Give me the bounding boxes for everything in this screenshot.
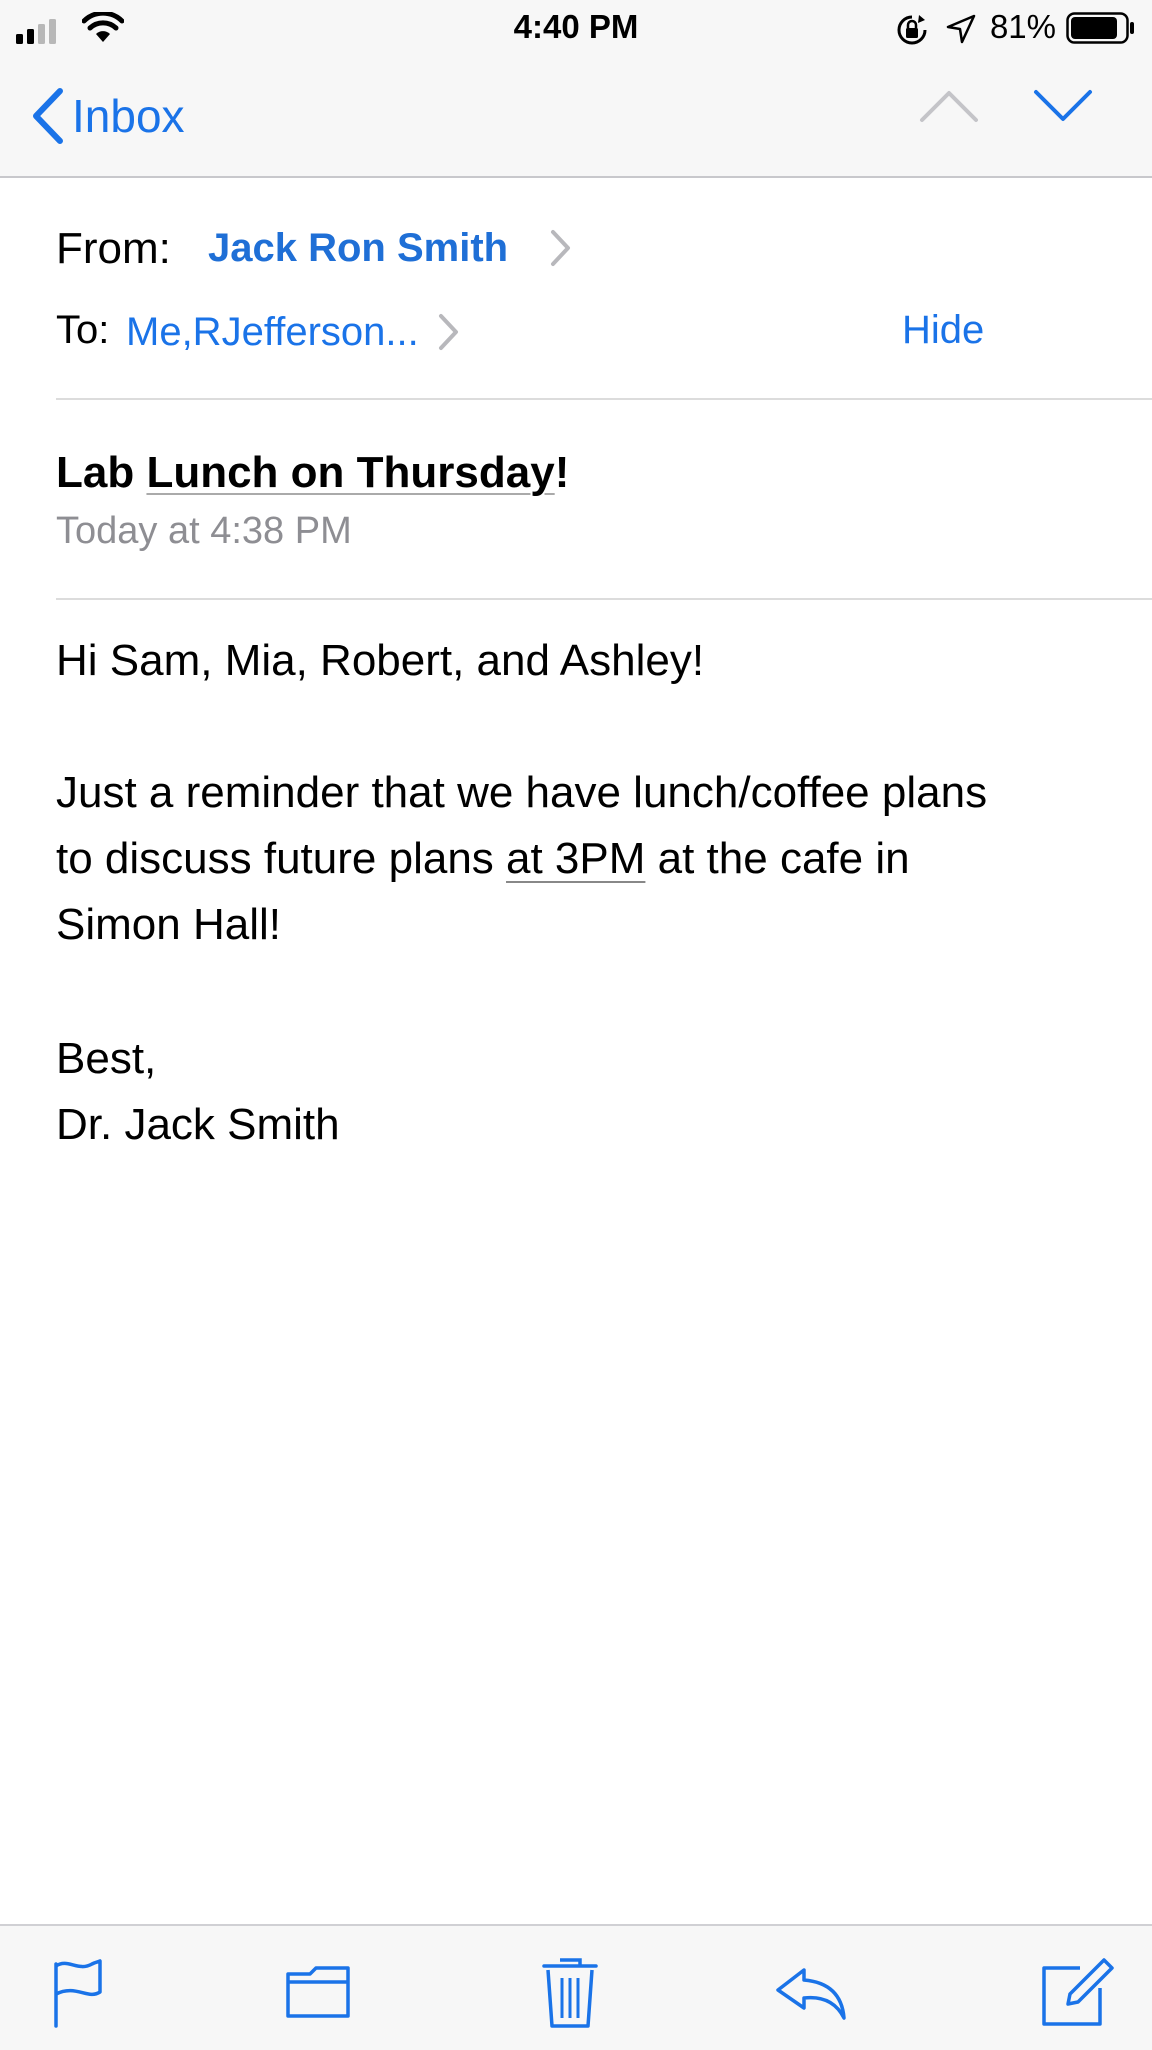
- compose-icon: [1034, 1948, 1118, 2032]
- chevron-down-icon: [1032, 86, 1132, 126]
- to-label: To:: [56, 308, 110, 352]
- previous-message-button[interactable]: [918, 86, 1018, 146]
- move-to-folder-button[interactable]: [276, 1948, 360, 2032]
- sign-off: Best,: [56, 1034, 157, 1083]
- message-date: Today at 4:38 PM: [56, 510, 352, 552]
- subject-prefix: Lab: [56, 448, 147, 497]
- flag-button[interactable]: [36, 1948, 120, 2032]
- subject-suffix: !: [554, 448, 570, 497]
- navigation-bar: Inbox: [0, 56, 1152, 178]
- chevron-right-icon[interactable]: [548, 226, 574, 270]
- chevron-up-icon: [918, 86, 1018, 126]
- battery-percentage: 81%: [989, 8, 1056, 45]
- sender-name[interactable]: Jack Ron Smith: [208, 226, 508, 271]
- greeting: Hi Sam, Mia, Robert, and Ashley!: [56, 636, 705, 685]
- recipients-list[interactable]: Me,RJefferson...: [126, 310, 419, 355]
- body-text: to discuss future plans: [56, 834, 507, 883]
- trash-icon: [528, 1948, 612, 2032]
- battery-icon: [1066, 12, 1136, 44]
- body-line: Simon Hall!: [56, 900, 281, 949]
- body-line: Just a reminder that we have lunch/coffe…: [56, 768, 988, 817]
- subject-date-link[interactable]: Lunch on Thursday: [146, 448, 554, 497]
- delete-button[interactable]: [528, 1948, 612, 2032]
- signature: Dr. Jack Smith: [56, 1100, 340, 1149]
- chevron-left-icon: [30, 87, 64, 145]
- status-time: 4:40 PM: [513, 8, 639, 45]
- message-subject: Lab Lunch on Thursday!: [56, 448, 569, 498]
- divider: [56, 598, 1152, 600]
- divider: [56, 398, 1152, 400]
- compose-button[interactable]: [1034, 1948, 1118, 2032]
- chevron-right-icon[interactable]: [436, 310, 462, 354]
- back-label: Inbox: [72, 90, 185, 142]
- from-label: From:: [56, 224, 171, 273]
- back-to-inbox-button[interactable]: Inbox: [30, 86, 185, 146]
- status-bar: 4:40 PM 81%: [0, 0, 1152, 56]
- reply-button[interactable]: [770, 1948, 854, 2032]
- reply-icon: [770, 1948, 854, 2032]
- body-text: at the cafe in: [645, 834, 910, 883]
- body-line: to discuss future plans at 3PM at the ca…: [56, 834, 910, 884]
- hide-details-button[interactable]: Hide: [902, 308, 984, 353]
- rotation-lock-icon: [896, 14, 928, 46]
- flag-icon: [36, 1948, 120, 2032]
- time-link[interactable]: at 3PM: [506, 834, 645, 883]
- bottom-toolbar: [0, 1924, 1152, 2050]
- location-icon: [946, 14, 976, 44]
- next-message-button[interactable]: [1032, 86, 1132, 146]
- folder-icon: [276, 1948, 360, 2032]
